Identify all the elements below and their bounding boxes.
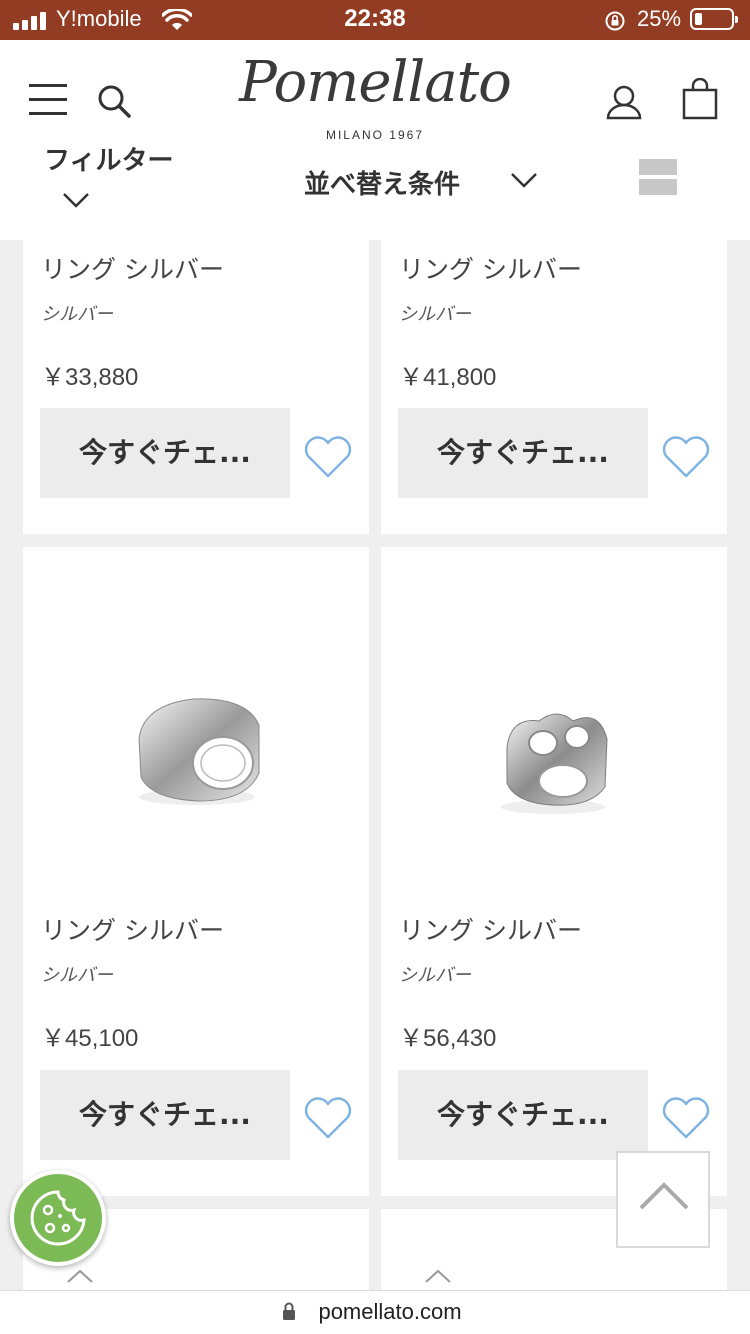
- product-name[interactable]: リング シルバー: [41, 911, 224, 947]
- chevron-down-icon[interactable]: [510, 172, 538, 188]
- heart-icon[interactable]: [661, 1097, 711, 1139]
- product-card[interactable]: リング シルバー シルバー ￥41,800 今すぐチェ...: [381, 240, 727, 534]
- heart-icon[interactable]: [661, 436, 711, 478]
- silver-chain-ring-image[interactable]: [481, 687, 627, 833]
- product-card[interactable]: リング シルバー シルバー ￥45,100 今すぐチェ...: [23, 547, 369, 1196]
- check-now-button[interactable]: 今すぐチェ...: [398, 408, 648, 498]
- product-material: シルバー: [41, 304, 113, 325]
- product-price: ￥33,880: [41, 364, 139, 391]
- product-material: シルバー: [399, 965, 471, 986]
- cookie-icon: [30, 1190, 86, 1246]
- cookie-settings-button[interactable]: [10, 1170, 106, 1266]
- chevron-up-icon: [425, 1269, 451, 1283]
- site-header: Pomellato MILANO 1967 フィルター 並べ替え条件: [0, 40, 750, 240]
- browser-url-bar[interactable]: pomellato.com: [0, 1290, 750, 1334]
- sort-button[interactable]: 並べ替え条件: [304, 164, 460, 201]
- check-now-button[interactable]: 今すぐチェ...: [398, 1070, 648, 1160]
- battery-percent: 25%: [637, 6, 682, 31]
- status-bar: Y!mobile 22:38 25%: [0, 0, 750, 40]
- product-card[interactable]: リング シルバー シルバー ￥56,430 今すぐチェ...: [381, 547, 727, 1196]
- heart-icon[interactable]: [303, 436, 353, 478]
- chevron-up-icon: [67, 1269, 93, 1283]
- url-text[interactable]: pomellato.com: [0, 1299, 750, 1325]
- menu-icon[interactable]: [29, 84, 67, 116]
- chevron-up-icon: [639, 1182, 689, 1210]
- product-material: シルバー: [41, 965, 113, 986]
- grid-view-icon[interactable]: [639, 159, 677, 195]
- rotation-lock-icon: [605, 11, 625, 31]
- brand-logo[interactable]: Pomellato: [232, 48, 518, 118]
- check-now-button[interactable]: 今すぐチェ...: [40, 408, 290, 498]
- search-icon[interactable]: [97, 84, 131, 118]
- back-to-top-button[interactable]: [616, 1151, 710, 1248]
- product-price: ￥56,430: [399, 1025, 497, 1052]
- chevron-down-icon[interactable]: [62, 192, 90, 208]
- check-now-button[interactable]: 今すぐチェ...: [40, 1070, 290, 1160]
- product-price: ￥45,100: [41, 1025, 139, 1052]
- product-name[interactable]: リング シルバー: [399, 911, 582, 947]
- account-icon[interactable]: [606, 84, 642, 120]
- filter-button[interactable]: フィルター: [44, 140, 173, 177]
- brand-tagline: MILANO 1967: [325, 128, 425, 142]
- silver-band-ring-image[interactable]: [123, 677, 269, 823]
- product-name[interactable]: リング シルバー: [41, 250, 224, 286]
- product-price: ￥41,800: [399, 364, 497, 391]
- product-name[interactable]: リング シルバー: [399, 250, 582, 286]
- battery-icon: [690, 8, 738, 30]
- product-card[interactable]: リング シルバー シルバー ￥33,880 今すぐチェ...: [23, 240, 369, 534]
- product-material: シルバー: [399, 304, 471, 325]
- heart-icon[interactable]: [303, 1097, 353, 1139]
- shopping-bag-icon[interactable]: [682, 78, 718, 120]
